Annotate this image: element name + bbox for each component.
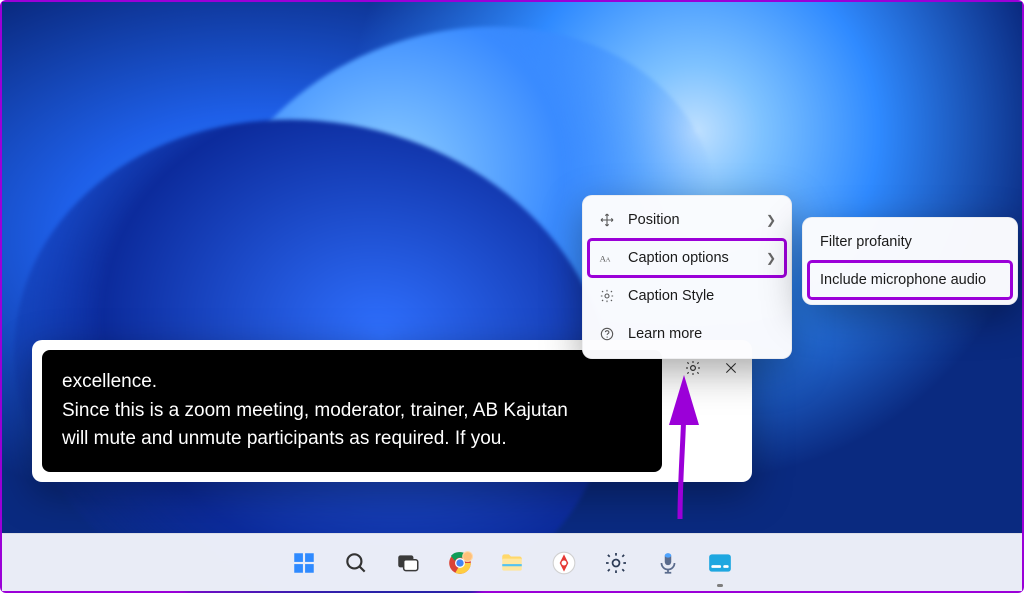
settings-context-menu: Position ❯ AA Caption options ❯ Caption …	[582, 195, 792, 359]
live-captions-app-button[interactable]	[700, 543, 740, 583]
caption-text-area: excellence. Since this is a zoom meeting…	[42, 350, 662, 472]
chrome-icon	[447, 550, 473, 576]
captions-icon	[707, 550, 733, 576]
caption-line: excellence.	[62, 368, 642, 397]
menu-label: Filter profanity	[820, 234, 912, 250]
caption-options-submenu: Filter profanity Include microphone audi…	[802, 217, 1018, 305]
microphone-app-button[interactable]	[648, 543, 688, 583]
menu-label: Caption options	[628, 250, 729, 266]
svg-text:A: A	[606, 256, 611, 263]
move-icon	[598, 212, 616, 228]
chevron-right-icon: ❯	[766, 251, 776, 265]
submenu-item-include-microphone-audio[interactable]: Include microphone audio	[808, 261, 1012, 299]
menu-label: Position	[628, 212, 680, 228]
chevron-right-icon: ❯	[766, 213, 776, 227]
menu-label: Include microphone audio	[820, 272, 986, 288]
chrome-button[interactable]	[440, 543, 480, 583]
start-button[interactable]	[284, 543, 324, 583]
taskbar	[2, 533, 1022, 591]
disc-icon	[551, 550, 577, 576]
taskview-icon	[395, 550, 421, 576]
folder-icon	[499, 550, 525, 576]
text-style-icon: AA	[598, 250, 616, 266]
windows-start-icon	[291, 550, 317, 576]
help-icon	[598, 326, 616, 342]
gear-icon	[603, 550, 629, 576]
gear-icon	[684, 359, 702, 377]
live-captions-window: excellence. Since this is a zoom meeting…	[32, 340, 752, 482]
menu-item-caption-options[interactable]: AA Caption options ❯	[588, 239, 786, 277]
caption-line: will mute and unmute participants as req…	[62, 425, 642, 454]
file-explorer-button[interactable]	[492, 543, 532, 583]
menu-item-caption-style[interactable]: Caption Style	[588, 277, 786, 315]
menu-label: Caption Style	[628, 288, 714, 304]
settings-app-button[interactable]	[596, 543, 636, 583]
caption-controls	[672, 340, 752, 482]
pinned-app-button[interactable]	[544, 543, 584, 583]
taskview-button[interactable]	[388, 543, 428, 583]
close-icon	[723, 360, 739, 376]
submenu-item-filter-profanity[interactable]: Filter profanity	[808, 223, 1012, 261]
menu-label: Learn more	[628, 326, 702, 342]
menu-item-position[interactable]: Position ❯	[588, 201, 786, 239]
search-button[interactable]	[336, 543, 376, 583]
microphone-icon	[655, 550, 681, 576]
search-icon	[343, 550, 369, 576]
menu-item-learn-more[interactable]: Learn more	[588, 315, 786, 353]
caption-line: Since this is a zoom meeting, moderator,…	[62, 397, 642, 426]
gear-icon	[598, 288, 616, 304]
